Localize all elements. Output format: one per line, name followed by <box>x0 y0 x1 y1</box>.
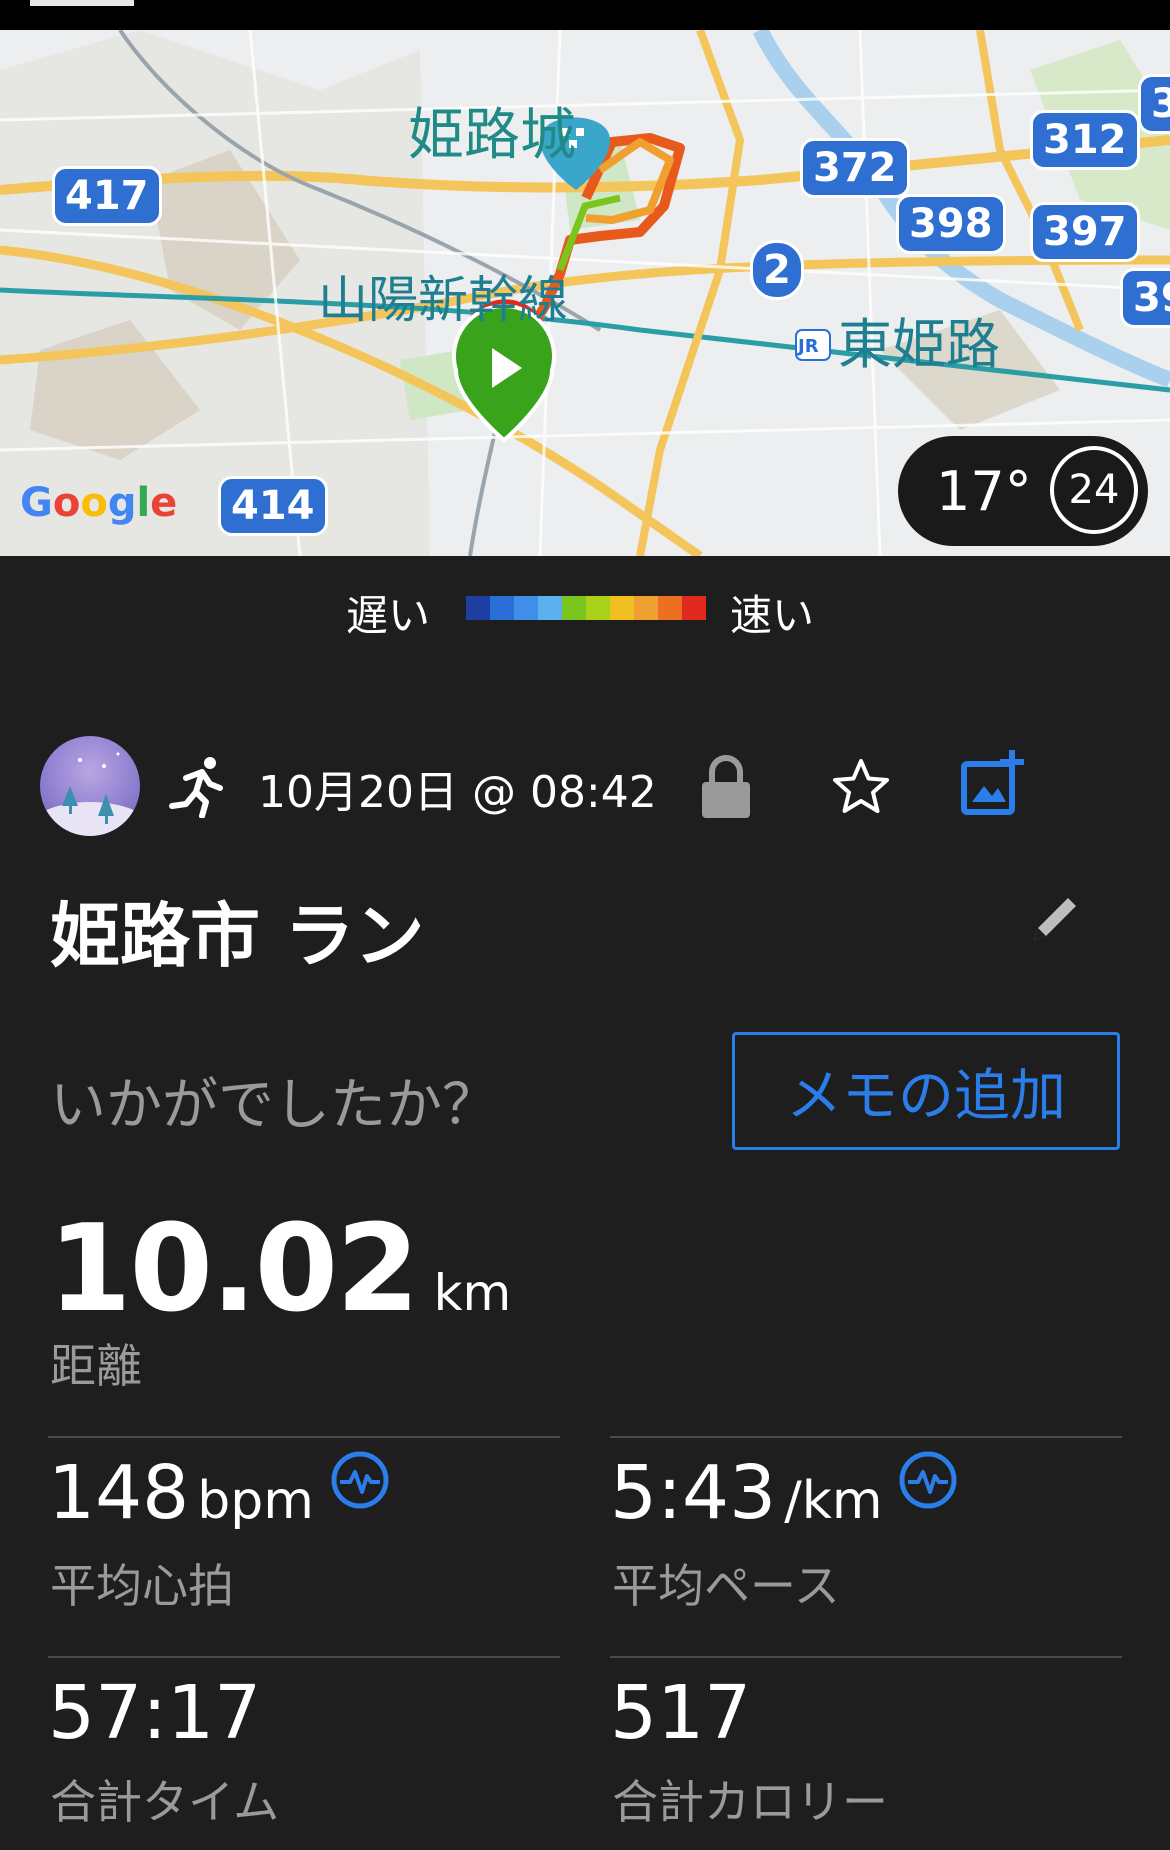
pace-color-swatch <box>562 596 586 620</box>
legend-fast-label: 速い <box>730 591 815 640</box>
route-shield: 417 <box>52 166 162 226</box>
distance-label: 距離 <box>50 1339 142 1393</box>
distance-value-row: 10.02 km <box>48 1200 511 1339</box>
pace-value: 5:43 <box>610 1450 777 1536</box>
pace-unit: /km <box>784 1471 883 1531</box>
avatar-image <box>40 752 140 836</box>
pace-color-swatch <box>538 596 562 620</box>
star-icon[interactable] <box>830 756 892 818</box>
heart-rate-label: 平均心拍 <box>50 1559 234 1613</box>
pace-color-swatch <box>586 596 610 620</box>
route-shield: 398 <box>896 194 1006 254</box>
heart-rate-value: 148 <box>48 1450 190 1536</box>
route-map[interactable]: 姫路城 山陽新幹線 東姫路 JR 417 372 312 3 398 397 2… <box>0 30 1170 556</box>
castle-label: 姫路城 <box>408 103 576 168</box>
pace-color-swatch <box>610 596 634 620</box>
activity-header: 10月20日 @ 08:42 <box>40 736 1140 836</box>
route-shield: 414 <box>218 476 328 536</box>
pace-label: 平均ペース <box>612 1559 840 1613</box>
route-shield: 2 <box>750 240 804 300</box>
pace-color-swatch <box>466 596 490 620</box>
total-time-value: 57:17 <box>48 1670 262 1756</box>
divider <box>48 1436 560 1438</box>
route-shield: 312 <box>1030 110 1140 170</box>
activity-date: 10月20日 @ 08:42 <box>258 767 657 818</box>
air-quality-index: 24 <box>1050 446 1138 534</box>
page-indicator <box>30 0 134 6</box>
jr-badge: JR <box>798 336 819 357</box>
divider <box>610 1436 1122 1438</box>
heart-rate-info-icon[interactable] <box>330 1450 390 1510</box>
pace-color-swatch <box>634 596 658 620</box>
pace-color-swatch <box>658 596 682 620</box>
divider <box>610 1656 1122 1658</box>
legend-slow-label: 遅い <box>346 591 431 640</box>
calories-value: 517 <box>610 1670 752 1756</box>
distance-value: 10.02 <box>48 1200 420 1339</box>
divider <box>48 1656 560 1658</box>
pace-color-swatch <box>490 596 514 620</box>
pace-stat[interactable]: 5:43/km <box>610 1450 958 1536</box>
pace-info-icon[interactable] <box>898 1450 958 1510</box>
route-shield: 397 <box>1030 202 1140 262</box>
add-memo-button[interactable]: メモの追加 <box>732 1032 1120 1150</box>
avatar[interactable] <box>40 736 140 836</box>
heart-rate-unit: bpm <box>197 1471 314 1531</box>
running-icon <box>169 757 223 818</box>
lock-icon[interactable] <box>700 752 752 820</box>
calories-label: 合計カロリー <box>612 1775 888 1829</box>
pace-legend: 遅い 速い <box>0 578 1170 640</box>
shinkansen-label: 山陽新幹線 <box>318 271 568 329</box>
temperature: 17° <box>936 459 1032 523</box>
weather-widget[interactable]: 17° 24 <box>898 436 1148 546</box>
add-photo-icon[interactable] <box>960 748 1026 816</box>
route-shield: 39 <box>1120 268 1170 328</box>
pace-color-scale <box>466 596 706 620</box>
distance-unit: km <box>433 1264 512 1322</box>
pace-color-swatch <box>514 596 538 620</box>
pace-color-swatch <box>682 596 706 620</box>
feedback-question[interactable]: いかがでしたか？ <box>50 1060 498 1141</box>
route-shield: 372 <box>800 138 910 198</box>
total-time-stat[interactable]: 57:17 <box>48 1670 261 1756</box>
activity-title: 姫路市 ラン <box>50 895 425 977</box>
heart-rate-stat[interactable]: 148 bpm <box>48 1450 390 1536</box>
station-label: 東姫路 <box>838 313 1000 376</box>
google-logo: Google <box>20 480 178 526</box>
calories-stat[interactable]: 517 <box>610 1670 751 1756</box>
edit-pencil-icon[interactable] <box>1028 890 1084 946</box>
total-time-label: 合計タイム <box>50 1775 280 1829</box>
status-bar <box>0 0 1170 30</box>
route-shield: 3 <box>1138 74 1170 134</box>
